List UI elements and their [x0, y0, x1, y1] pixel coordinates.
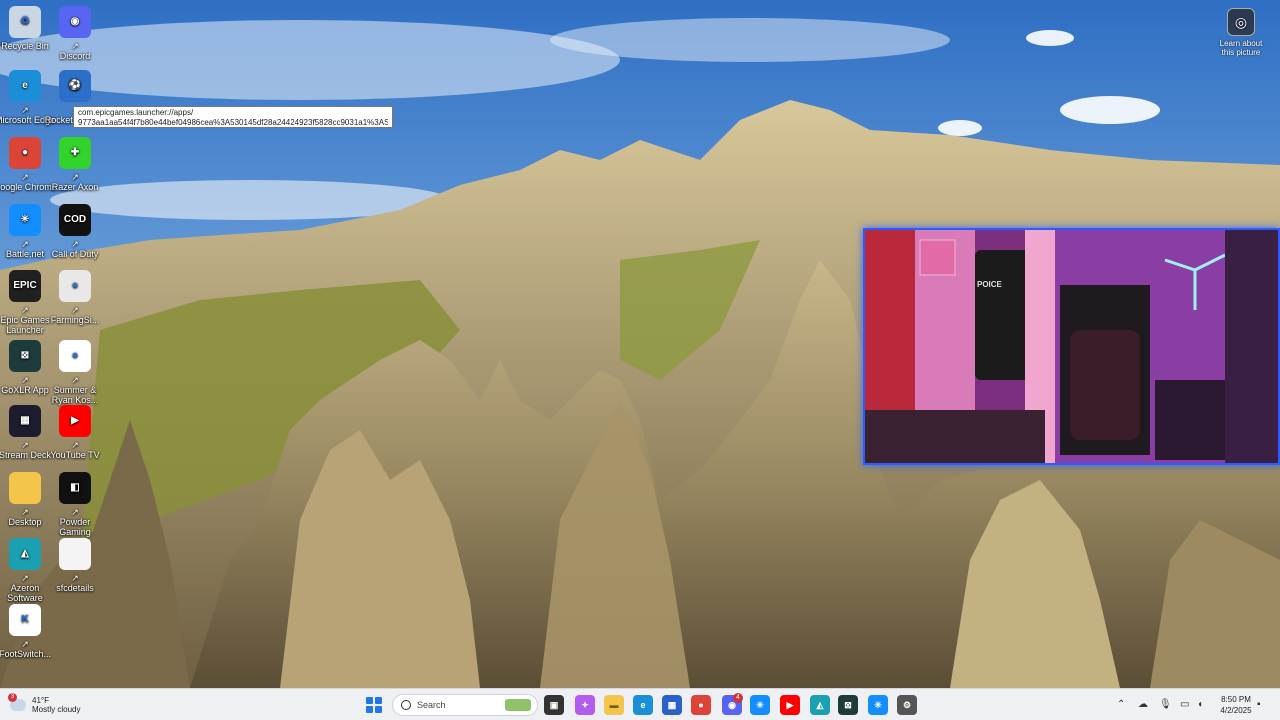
goxlr-taskbar-icon[interactable]: ⊠	[838, 695, 858, 715]
shortcut-arrow-icon: ↗	[71, 507, 79, 517]
weather-temp: 41°F	[32, 696, 49, 705]
desktop-icon-label: FarmingSi...	[50, 315, 100, 325]
shortcut-arrow-icon: ↗	[21, 573, 29, 583]
chevron-up-icon[interactable]: ⌃	[1117, 695, 1125, 715]
learn-about-picture[interactable]: ◎ Learn about this picture	[1218, 8, 1264, 57]
text-file-icon	[59, 538, 91, 570]
stream-deck-icon: ▦	[9, 405, 41, 437]
battlenet-taskbar-icon[interactable]: ✳	[750, 695, 770, 715]
farming-simulator-icon: ●	[59, 270, 91, 302]
youtube-taskbar-icon[interactable]: ▶	[780, 695, 800, 715]
shortcut-arrow-icon: ↗	[21, 507, 29, 517]
windows-logo-tr	[375, 697, 382, 704]
settings-taskbar-icon[interactable]: ⚙	[897, 695, 917, 715]
call-of-duty-icon: COD	[59, 204, 91, 236]
search-icon	[401, 700, 411, 710]
desktop-icon[interactable]: COD ↗ Call of Duty	[43, 204, 107, 259]
desktop-icon-label: FootSwitch...	[0, 649, 52, 659]
shortcut-arrow-icon: ↗	[71, 573, 79, 583]
shortcut-arrow-icon: ↗	[21, 172, 29, 182]
task-view-icon[interactable]: ▣	[544, 695, 564, 715]
microphone-icon[interactable]: 🎙	[1159, 695, 1172, 715]
store-icon[interactable]: ▦	[662, 695, 682, 715]
volume-icon[interactable]: ◖	[1197, 695, 1203, 715]
windows-logo-tl	[366, 697, 373, 704]
desktop-icon-label: YouTube TV	[50, 450, 100, 460]
notification-icon[interactable]: ▪	[1257, 695, 1261, 715]
shortcut-arrow-icon: ↗	[71, 41, 79, 51]
youtube-tv-icon: ▶	[59, 405, 91, 437]
desktop-icon-label: Call of Duty	[51, 249, 99, 259]
edge-taskbar-icon[interactable]: e	[633, 695, 653, 715]
clock-date: 4/2/2025	[1220, 706, 1252, 715]
search-highlight-icon	[505, 699, 531, 711]
azeron-icon: ◭	[9, 538, 41, 570]
network-icon[interactable]: ☁	[1138, 695, 1148, 715]
start-button[interactable]	[366, 697, 382, 713]
desktop-icon[interactable]: ↗ sfcdetails	[43, 538, 107, 593]
desktop-icon-label: Summer & Ryan Kos...	[51, 385, 99, 405]
desktop-icon-label: Razer Axon	[51, 182, 99, 192]
chrome-taskbar-icon[interactable]: ●	[691, 695, 711, 715]
desktop-icon-label: Powder Gaming	[59, 517, 91, 537]
chrome-icon: ●	[9, 137, 41, 169]
desktop-icon-label: Discord	[59, 51, 91, 61]
shortcut-arrow-icon: ↗	[21, 239, 29, 249]
footswitch-icon: K	[9, 604, 41, 636]
tooltip-line-2: 9773aa1aa54f4f7b80e44bef04986cea%3A53014…	[78, 118, 388, 127]
goxlr-icon: ⊠	[9, 340, 41, 372]
desktop-icon[interactable]: ✚ ↗ Razer Axon	[43, 137, 107, 192]
shortcut-arrow-icon: ↗	[21, 105, 29, 115]
shortcut-arrow-icon: ↗	[21, 305, 29, 315]
desktop-icon[interactable]: ◧ ↗ Powder Gaming	[43, 472, 107, 537]
shortcut-arrow-icon: ↗	[71, 239, 79, 249]
desktop-icon[interactable]: ● ↗ Summer & Ryan Kos...	[43, 340, 107, 405]
folder-icon	[9, 472, 41, 504]
razer-axon-icon: ✚	[59, 137, 91, 169]
shortcut-arrow-icon: ↗	[21, 639, 29, 649]
taskbar-search[interactable]: Search	[392, 694, 538, 716]
clock[interactable]: 8:50 PM 4/2/2025	[1216, 694, 1256, 716]
learn-about-picture-label: Learn about this picture	[1219, 39, 1263, 57]
webcam-jacket-label: POICE	[977, 280, 1002, 289]
tooltip-line-1: com.epicgames.launcher://apps/	[78, 108, 194, 117]
edge-icon: e	[9, 70, 41, 102]
desktop-icon[interactable]: ◉ ↗ Discord	[43, 6, 107, 61]
windows-logo-br	[375, 706, 382, 713]
epic-games-icon: EPIC	[9, 270, 41, 302]
weather-widget[interactable]: 3 41°F Mostly cloudy	[8, 693, 81, 717]
desktop-icon[interactable]: K ↗ FootSwitch...	[0, 604, 57, 659]
azeron-taskbar-icon[interactable]: ◭	[810, 695, 830, 715]
rocket-league-icon: ⚽	[59, 70, 91, 102]
shortcut-arrow-icon: ↗	[71, 440, 79, 450]
shortcut-arrow-icon: ↗	[71, 172, 79, 182]
powder-icon: ◧	[59, 472, 91, 504]
weather-desc: Mostly cloudy	[32, 705, 81, 714]
shortcut-arrow-icon: ↗	[21, 440, 29, 450]
taskbar: 3 41°F Mostly cloudy Search ▣ ✦ ▬ e ▦ ● ◉ ✳ ▶ ◭ ⊠ ✳…	[0, 688, 1280, 720]
file-explorer-icon[interactable]: ▬	[604, 695, 624, 715]
battlenet2-taskbar-icon[interactable]: ✳	[868, 695, 888, 715]
shortcut-arrow-icon: ↗	[71, 375, 79, 385]
copilot-icon[interactable]: ✦	[575, 695, 595, 715]
camera-icon: ◎	[1227, 8, 1255, 36]
display-icon[interactable]: ▭	[1180, 695, 1189, 715]
webcam-overlay[interactable]: POICE	[863, 228, 1280, 465]
battlenet-icon: ✳	[9, 204, 41, 236]
desktop-icon[interactable]: ▶ ↗ YouTube TV	[43, 405, 107, 460]
windows-logo-bl	[366, 706, 373, 713]
shortcut-arrow-icon: ↗	[71, 305, 79, 315]
desktop-icon-label: sfcdetails	[56, 583, 94, 593]
clock-time: 8:50 PM	[1221, 695, 1251, 704]
chrome-shortcut-icon: ●	[59, 340, 91, 372]
desktop-icon[interactable]: ● ↗ FarmingSi...	[43, 270, 107, 325]
recycle-bin-icon: ♻	[9, 6, 41, 38]
weather-badge: 3	[8, 693, 17, 702]
shortcut-arrow-icon: ↗	[21, 375, 29, 385]
discord-notification-badge: 4	[733, 693, 743, 703]
search-placeholder: Search	[417, 700, 446, 710]
shortcut-tooltip: com.epicgames.launcher://apps/ 9773aa1aa…	[73, 106, 393, 128]
discord-icon: ◉	[59, 6, 91, 38]
cloud-icon: 3	[8, 693, 26, 711]
